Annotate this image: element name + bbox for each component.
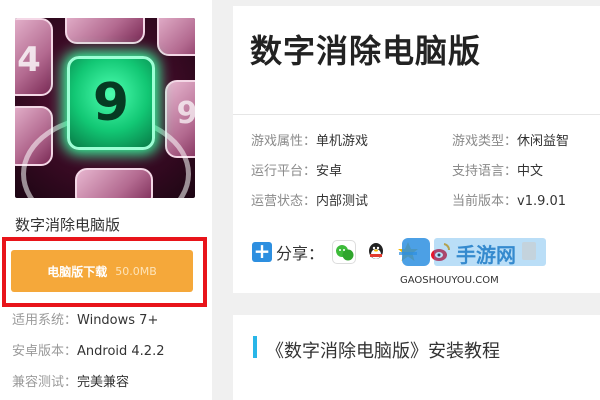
watermark-brand: 手游网 bbox=[456, 243, 516, 267]
attr-key: 支持语言： bbox=[452, 164, 518, 179]
qq-icon[interactable] bbox=[364, 240, 389, 264]
info-value: Android 4.2.2 bbox=[77, 344, 165, 359]
info-row-compat: 兼容测试：完美兼容 bbox=[12, 371, 129, 390]
icon-tile-number: 9 bbox=[176, 96, 195, 131]
attr-platform: 运行平台：安卓 bbox=[251, 160, 342, 179]
attr-language: 支持语言：中文 bbox=[452, 160, 543, 179]
attr-game-type: 游戏类型：休闲益智 bbox=[452, 130, 569, 149]
download-size: 50.0MB bbox=[115, 264, 157, 278]
attr-key: 游戏属性： bbox=[251, 134, 317, 149]
section-accent-bar bbox=[253, 336, 257, 358]
divider bbox=[233, 114, 600, 115]
attr-value: 休闲益智 bbox=[517, 134, 570, 149]
section-heading: 《数字消除电脑版》安装教程 bbox=[266, 341, 500, 362]
attr-game-property: 游戏属性：单机游戏 bbox=[251, 130, 368, 149]
icon-tile-highlight: 9 bbox=[67, 56, 155, 150]
attr-value: 内部测试 bbox=[316, 194, 369, 209]
info-row-android: 安卓版本：Android 4.2.2 bbox=[12, 340, 165, 359]
page-title: 数字消除电脑版 bbox=[250, 32, 482, 70]
attr-version: 当前版本：v1.9.01 bbox=[452, 190, 566, 209]
info-value: 完美兼容 bbox=[77, 375, 130, 390]
icon-tile bbox=[157, 18, 195, 56]
attr-status: 运营状态：内部测试 bbox=[251, 190, 368, 209]
attr-value: 安卓 bbox=[316, 164, 343, 179]
download-label: 电脑版下载 bbox=[47, 264, 108, 279]
download-button[interactable]: 电脑版下载 50.0MB bbox=[11, 250, 193, 292]
icon-tile-number: 4 bbox=[17, 40, 41, 80]
watermark-logo: 手游网 GAOSHOUYOU.COM bbox=[400, 236, 550, 294]
app-icon[interactable]: 4 9 9 bbox=[15, 18, 195, 198]
attr-key: 运行平台： bbox=[251, 164, 317, 179]
share-label: 分享： bbox=[276, 244, 325, 263]
info-key: 安卓版本： bbox=[12, 344, 78, 359]
info-key: 兼容测试： bbox=[12, 375, 78, 390]
attr-key: 运营状态： bbox=[251, 194, 317, 209]
attr-key: 游戏类型： bbox=[452, 134, 518, 149]
watermark-url: GAOSHOUYOU.COM bbox=[400, 275, 499, 286]
icon-tile: 4 bbox=[15, 18, 53, 96]
info-key: 适用系统： bbox=[12, 313, 78, 328]
icon-tile-number: 9 bbox=[92, 73, 130, 133]
wechat-icon[interactable] bbox=[332, 240, 357, 264]
app-name: 数字消除电脑版 bbox=[15, 216, 121, 234]
icon-tile bbox=[65, 18, 145, 44]
info-row-system: 适用系统：Windows 7+ bbox=[12, 309, 158, 328]
plus-icon[interactable]: + bbox=[252, 241, 272, 262]
info-value: Windows 7+ bbox=[77, 313, 159, 328]
attr-value: 单机游戏 bbox=[316, 134, 369, 149]
attr-value: 中文 bbox=[517, 164, 544, 179]
attr-value: v1.9.01 bbox=[517, 194, 567, 209]
attr-key: 当前版本： bbox=[452, 194, 518, 209]
